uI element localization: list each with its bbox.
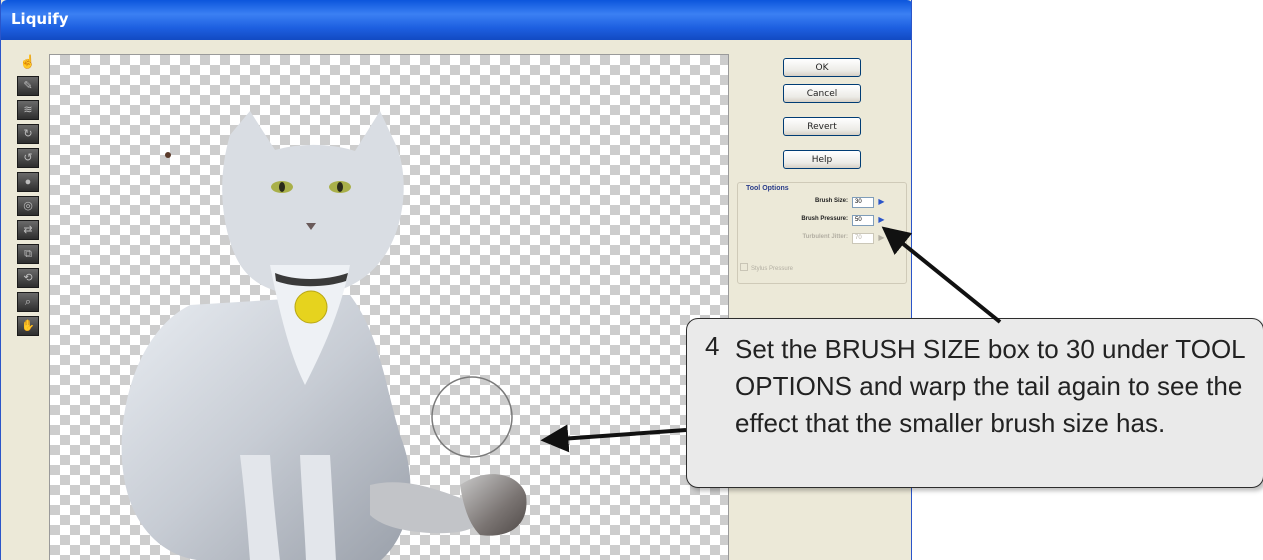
instruction-callout: 4 Set the BRUSH SIZE box to 30 under TOO… [686,318,1263,488]
zoom-tool-icon[interactable]: ⌕ [17,292,39,312]
turbulent-jitter-input[interactable]: 70 [852,233,874,244]
cancel-button[interactable]: Cancel [783,84,861,103]
brush-size-input[interactable]: 30 [852,197,874,208]
twirl-counterclockwise-icon[interactable]: ↺ [17,148,39,168]
tool-options-group: Tool Options Brush Size: 30 ▶ Brush Pres… [737,182,907,284]
liquify-toolbar: ☝ ✎ ≋ ↻ ↺ ● ◎ ⇄ ⧉ ⟲ ⌕ ✋ [17,52,39,340]
shift-pixels-icon[interactable]: ⇄ [17,220,39,240]
reflection-tool-icon[interactable]: ⧉ [17,244,39,264]
brush-pressure-label: Brush Pressure: [801,216,848,222]
tool-options-title: Tool Options [746,185,789,192]
twirl-clockwise-icon[interactable]: ↻ [17,124,39,144]
turbulent-jitter-label: Turbulent Jitter: [802,234,848,240]
warp-hand-icon[interactable]: ☝ [17,52,39,72]
warp-tool-icon[interactable]: ✎ [17,76,39,96]
turbulent-jitter-row: Turbulent Jitter: 70 ▶ [738,233,908,245]
checkbox-icon[interactable] [740,263,748,271]
brush-pressure-input[interactable]: 50 [852,215,874,226]
brush-pressure-arrow-icon[interactable]: ▶ [876,215,887,226]
reconstruct-tool-icon[interactable]: ⟲ [17,268,39,288]
bloat-tool-icon[interactable]: ◎ [17,196,39,216]
brush-size-row: Brush Size: 30 ▶ [738,197,908,209]
brush-pressure-row: Brush Pressure: 50 ▶ [738,215,908,227]
step-text: Set the BRUSH SIZE box to 30 under TOOL … [735,334,1245,438]
revert-button[interactable]: Revert [783,117,861,136]
image-preview-canvas[interactable] [49,54,729,560]
brush-size-label: Brush Size: [814,198,848,204]
title-bar: Liquify [1,0,911,40]
turbulent-jitter-arrow-icon[interactable]: ▶ [876,233,887,244]
cat-image [121,111,527,560]
hand-tool-icon[interactable]: ✋ [17,316,39,336]
stylus-pressure-checkbox[interactable]: Stylus Pressure [740,263,793,272]
window-title: Liquify [11,10,69,28]
turbulence-tool-icon[interactable]: ≋ [17,100,39,120]
pucker-tool-icon[interactable]: ● [17,172,39,192]
help-button[interactable]: Help [783,150,861,169]
ok-button[interactable]: OK [783,58,861,77]
step-number: 4 [705,331,720,361]
stylus-pressure-label: Stylus Pressure [751,266,794,272]
brush-size-arrow-icon[interactable]: ▶ [876,197,887,208]
